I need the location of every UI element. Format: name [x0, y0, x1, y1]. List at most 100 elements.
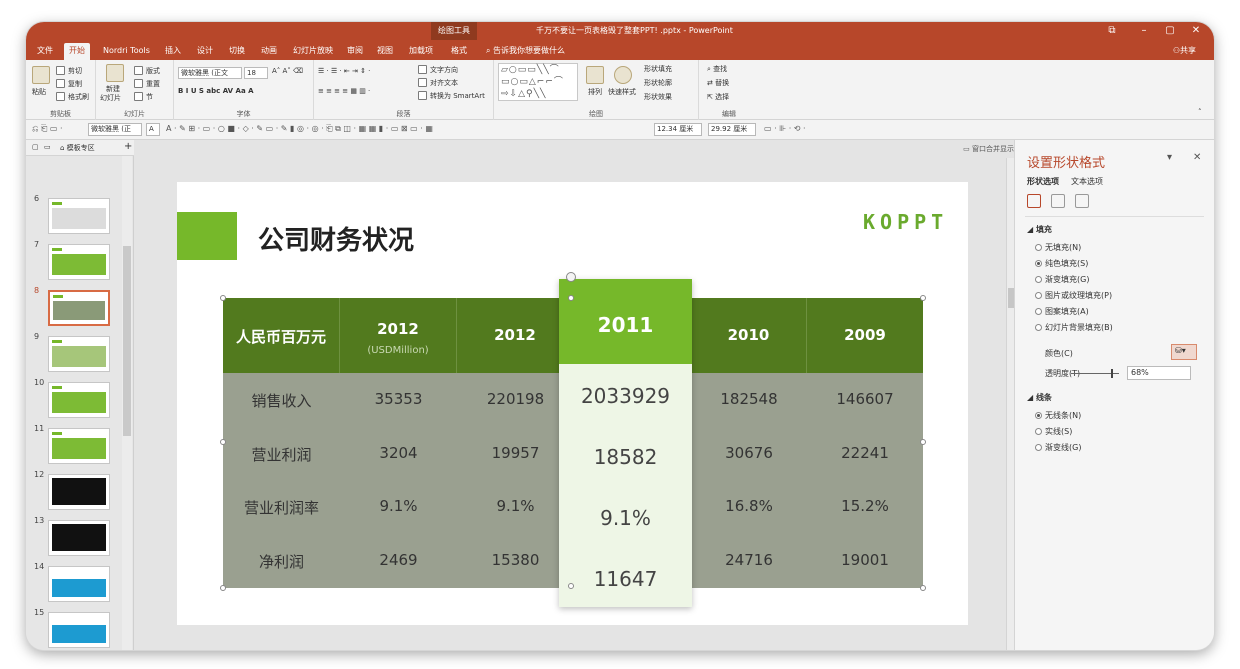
highlight-value[interactable]: 2033929	[559, 384, 692, 408]
selection-handle[interactable]	[220, 439, 226, 445]
fill-gradient-radio[interactable]: 渐变填充(G)	[1035, 274, 1089, 285]
table-cell[interactable]: 16.8%	[691, 497, 807, 515]
fill-line-icon[interactable]	[1027, 194, 1041, 208]
fill-pattern-radio[interactable]: 图案填充(A)	[1035, 306, 1089, 317]
fill-solid-radio[interactable]: 纯色填充(S)	[1035, 258, 1088, 269]
tab-home[interactable]: 开始	[64, 43, 90, 60]
rotate-handle[interactable]	[566, 272, 576, 282]
slide-thumbnail[interactable]	[48, 520, 110, 556]
tab-nordri-tools[interactable]: Nordri Tools	[98, 43, 155, 60]
shape-height-field[interactable]: 29.92 厘米	[708, 123, 756, 136]
selection-handle[interactable]	[568, 583, 574, 589]
replace-button[interactable]: ⇄ 替换	[707, 78, 729, 88]
tab-shape-options[interactable]: 形状选项	[1027, 176, 1059, 187]
slider-knob[interactable]	[1111, 369, 1113, 378]
smartart-button[interactable]: 转换为 SmartArt	[430, 91, 485, 101]
window-merge-button[interactable]: ▭ 窗口合并显示	[963, 144, 1014, 154]
find-button[interactable]: ⌕ 查找	[707, 64, 727, 74]
tab-addins[interactable]: 加载项	[404, 43, 438, 60]
shape-effect-button[interactable]: 形状效果	[644, 92, 672, 102]
tab-transitions[interactable]: 切换	[224, 43, 250, 60]
reset-button[interactable]: 重置	[146, 79, 160, 89]
slide-thumbnail[interactable]	[48, 474, 110, 510]
table-cell[interactable]: 2469	[340, 551, 457, 569]
align-text-button[interactable]: 对齐文本	[430, 78, 458, 88]
layout-button[interactable]: 版式	[146, 66, 160, 76]
slide-thumbnail[interactable]	[48, 244, 110, 280]
qat-font-select[interactable]: 微软雅黑 (正	[88, 123, 142, 136]
quick-style-icon[interactable]	[614, 66, 632, 84]
shape-outline-button[interactable]: 形状轮廓	[644, 78, 672, 88]
fill-color-picker[interactable]: ⛁▾	[1171, 344, 1197, 360]
slide-thumbnail[interactable]	[48, 382, 110, 418]
table-header-cell[interactable]: 2009	[807, 298, 923, 373]
quick-style-button[interactable]: 快速样式	[608, 87, 636, 97]
fill-background-radio[interactable]: 幻灯片背景填充(B)	[1035, 322, 1113, 333]
selection-handle[interactable]	[220, 295, 226, 301]
shapes-gallery[interactable]: ▱○▭▭╲╲⌒ ▭○▭△⌐⌐⌒ ⇨⇩△⚲╲╲	[498, 63, 578, 101]
table-header-cell[interactable]: 2010	[691, 298, 807, 373]
tell-me-search[interactable]: ⌕ 告诉我你想要做什么	[486, 43, 565, 59]
table-cell[interactable]: 146607	[807, 390, 923, 408]
highlight-value[interactable]: 11647	[559, 567, 692, 591]
tab-design[interactable]: 设计	[192, 43, 218, 60]
canvas-scrollbar[interactable]	[1006, 158, 1014, 650]
paste-icon[interactable]	[32, 66, 50, 84]
section-button[interactable]: 节	[146, 92, 153, 102]
qat-text-box-button[interactable]: A	[146, 123, 160, 136]
transparency-input[interactable]: 68%	[1127, 366, 1191, 380]
slide-thumbnail[interactable]	[48, 336, 110, 372]
row-label[interactable]: 营业利润	[223, 444, 340, 465]
tab-format[interactable]: 格式	[446, 43, 472, 60]
slide-thumbnail[interactable]	[48, 612, 110, 648]
table-cell[interactable]: 9.1%	[340, 497, 457, 515]
new-slide-icon[interactable]	[106, 64, 124, 82]
fill-picture-radio[interactable]: 图片或纹理填充(P)	[1035, 290, 1112, 301]
tab-view[interactable]: 视图	[372, 43, 398, 60]
table-cell[interactable]: 3204	[340, 444, 457, 462]
table-cell[interactable]: 182548	[691, 390, 807, 408]
minimize-button[interactable]: –	[1132, 22, 1156, 40]
size-properties-icon[interactable]	[1075, 194, 1089, 208]
scrollbar-thumb[interactable]	[123, 246, 131, 436]
maximize-button[interactable]: ▢	[1158, 22, 1182, 40]
share-button[interactable]: ⚇共享	[1173, 43, 1196, 59]
slide-thumbnail[interactable]	[48, 198, 110, 234]
arrange-icon[interactable]	[586, 66, 604, 84]
slide-title[interactable]: 公司财务状况	[258, 220, 414, 257]
close-button[interactable]: ✕	[1184, 22, 1208, 40]
fill-section-toggle[interactable]: ◢ 填充	[1027, 224, 1052, 235]
table-header-cell[interactable]: 2012	[457, 298, 574, 373]
table-cell[interactable]: 220198	[457, 390, 574, 408]
slide-thumbnail[interactable]	[48, 428, 110, 464]
shape-width-field[interactable]: 12.34 厘米	[654, 123, 702, 136]
line-none-radio[interactable]: 无线条(N)	[1035, 410, 1081, 421]
highlight-value[interactable]: 9.1%	[559, 506, 692, 530]
table-cell[interactable]: 15.2%	[807, 497, 923, 515]
tab-review[interactable]: 审阅	[342, 43, 368, 60]
copy-button[interactable]: 复制	[68, 79, 82, 89]
shape-fill-button[interactable]: 形状填充	[644, 64, 672, 74]
effects-icon[interactable]	[1051, 194, 1065, 208]
table-cell[interactable]: 19957	[457, 444, 574, 462]
font-size-select[interactable]: 18	[244, 67, 268, 79]
line-gradient-radio[interactable]: 渐变线(G)	[1035, 442, 1081, 453]
tab-insert[interactable]: 插入	[160, 43, 186, 60]
slide-thumbnail-selected[interactable]	[48, 290, 110, 326]
table-cell[interactable]: 9.1%	[457, 497, 574, 515]
table-header-cell[interactable]: 人民币百万元	[223, 298, 340, 373]
font-style-buttons[interactable]: B I U S abc AV Aa A	[178, 87, 254, 95]
transparency-slider[interactable]	[1071, 369, 1119, 378]
text-direction-button[interactable]: 文字方向	[430, 65, 458, 75]
folder-icon[interactable]: ▭	[44, 143, 51, 151]
fill-none-radio[interactable]: 无填充(N)	[1035, 242, 1081, 253]
line-section-toggle[interactable]: ◢ 线条	[1027, 392, 1052, 403]
slide-thumbnail[interactable]	[48, 566, 110, 602]
qat-glyphs[interactable]: ⎌ ⎗ ▭ ·	[32, 124, 63, 134]
table-cell[interactable]: 35353	[340, 390, 457, 408]
add-tab-icon[interactable]: +	[124, 141, 132, 152]
cut-button[interactable]: 剪切	[68, 66, 82, 76]
tab-slideshow[interactable]: 幻灯片放映	[288, 43, 338, 60]
selection-handle[interactable]	[568, 295, 574, 301]
slide[interactable]: 公司财务状况 KOPPT 人民币百万元 2012 (USDMillion) 201…	[177, 182, 968, 625]
